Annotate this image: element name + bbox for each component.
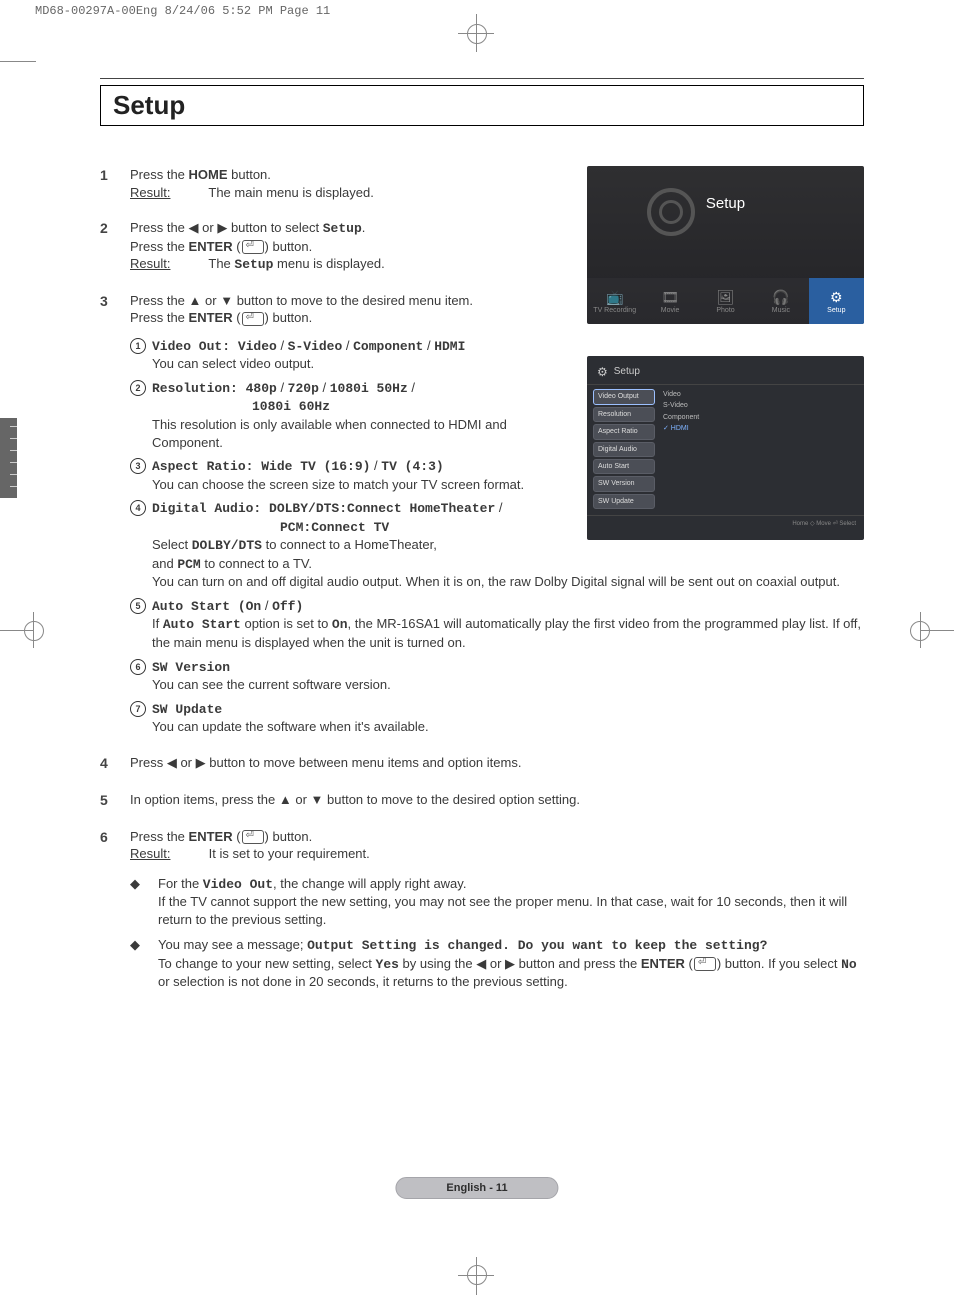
subitem-7: 7 SW Update You can update the software … — [130, 700, 864, 736]
step-number: 2 — [100, 219, 130, 274]
menu-label: Music — [772, 306, 790, 315]
screenshot-left-item: Aspect Ratio — [593, 424, 655, 439]
page-footer: English - 11 — [395, 1177, 558, 1199]
right-arrow-icon: ▶ — [217, 220, 227, 235]
circled-number-icon: 7 — [130, 701, 146, 717]
screenshot-right-item: S-Video — [663, 400, 864, 411]
note-2: ◆ You may see a message; Output Setting … — [130, 936, 864, 991]
up-arrow-icon: ▲ — [189, 293, 202, 308]
screenshot-left-item: SW Update — [593, 494, 655, 509]
rule-top — [100, 78, 864, 79]
screenshot-left-item: Auto Start — [593, 459, 655, 474]
diamond-bullet-icon: ◆ — [130, 936, 158, 991]
step-number: 4 — [100, 754, 130, 773]
circled-number-icon: 6 — [130, 659, 146, 675]
crop-circle — [910, 621, 930, 641]
screenshot-menu-item: 📺 TV Recording — [587, 278, 642, 324]
screenshot-right-item: ✓ HDMI — [663, 423, 864, 434]
subitem-6: 6 SW Version You can see the current sof… — [130, 658, 864, 694]
up-arrow-icon: ▲ — [279, 792, 292, 807]
crop-circle — [24, 621, 44, 641]
screenshot-title: Setup — [587, 194, 864, 214]
menu-label: TV Recording — [593, 306, 636, 315]
ruler-stub — [0, 418, 17, 498]
gear-icon: ⚙ — [597, 364, 608, 380]
section-title-bar: Setup — [100, 85, 864, 126]
menu-label: Photo — [716, 306, 734, 315]
menu-icon: 🎞 — [661, 290, 679, 304]
right-arrow-icon: ▶ — [505, 956, 515, 971]
button-name: ENTER — [189, 829, 233, 844]
step-4: 4 Press ◀ or ▶ button to move between me… — [100, 754, 864, 773]
enter-icon — [694, 957, 716, 971]
crop-circle — [467, 24, 487, 44]
menu-label: Movie — [661, 306, 680, 315]
button-name: HOME — [189, 167, 228, 182]
screenshot-left-item: SW Version — [593, 476, 655, 491]
button-name: ENTER — [641, 956, 685, 971]
left-arrow-icon: ◀ — [476, 956, 486, 971]
result-text: The main menu is displayed. — [208, 185, 373, 200]
screenshot-footer: Home ◇ Move ⏎ Select — [587, 515, 864, 530]
screenshot-left-item: Digital Audio — [593, 442, 655, 457]
screenshot-menu-item: 🖼 Photo — [698, 278, 753, 324]
crop-mark — [0, 61, 36, 62]
circled-number-icon: 1 — [130, 338, 146, 354]
down-arrow-icon: ▼ — [311, 792, 324, 807]
circled-number-icon: 2 — [130, 380, 146, 396]
subitem-5: 5 Auto Start (On / Off) If Auto Start op… — [130, 597, 864, 652]
screenshot-menu-item: 🎧 Music — [753, 278, 808, 324]
step-number: 1 — [100, 166, 130, 201]
result-label: Result: — [130, 184, 205, 202]
circled-number-icon: 3 — [130, 458, 146, 474]
screenshot-right-item: Component — [663, 412, 864, 423]
circled-number-icon: 5 — [130, 598, 146, 614]
button-name: ENTER — [189, 310, 233, 325]
button-name: ENTER — [189, 239, 233, 254]
circled-number-icon: 4 — [130, 500, 146, 516]
result-label: Result: — [130, 255, 205, 273]
section-title: Setup — [113, 90, 185, 120]
result-label: Result: — [130, 845, 205, 863]
screenshot-left-item: Video Output — [593, 389, 655, 404]
diamond-bullet-icon: ◆ — [130, 875, 158, 929]
screenshot-left-item: Resolution — [593, 407, 655, 422]
menu-icon: 🎧 — [772, 290, 789, 304]
screenshot-setup-menu: ⚙ Setup Video Output Resolution Aspect Rat… — [587, 356, 864, 540]
menu-icon: 📺 — [606, 290, 623, 304]
result-text: It is set to your requirement. — [209, 846, 370, 861]
screenshot-menu-item: 🎞 Movie — [642, 278, 697, 324]
step-number: 6 — [100, 828, 130, 863]
enter-icon — [242, 240, 264, 254]
screenshot-title: Setup — [614, 365, 640, 379]
menu-label: Setup — [827, 306, 845, 315]
enter-icon — [242, 312, 264, 326]
menu-icon: ⚙ — [830, 290, 843, 304]
step-6: 6 Press the ENTER () button. Result: It … — [100, 828, 864, 863]
screenshot-main-menu: Setup 📺 TV Recording 🎞 Movie 🖼 Photo 🎧 Music ⚙ Se… — [587, 166, 864, 324]
step-number: 5 — [100, 791, 130, 810]
note-1: ◆ For the Video Out, the change will app… — [130, 875, 864, 929]
screenshot-right-item: Video — [663, 389, 864, 400]
left-arrow-icon: ◀ — [167, 755, 177, 770]
step-5: 5 In option items, press the ▲ or ▼ butt… — [100, 791, 864, 810]
enter-icon — [242, 830, 264, 844]
step-number: 3 — [100, 292, 130, 327]
print-header: MD68-00297A-00Eng 8/24/06 5:52 PM Page 1… — [0, 0, 954, 18]
menu-icon: 🖼 — [717, 290, 735, 304]
crop-circle — [467, 1265, 487, 1285]
right-arrow-icon: ▶ — [196, 755, 206, 770]
screenshot-menu-item: ⚙ Setup — [809, 278, 864, 324]
left-arrow-icon: ◀ — [189, 220, 199, 235]
down-arrow-icon: ▼ — [220, 293, 233, 308]
